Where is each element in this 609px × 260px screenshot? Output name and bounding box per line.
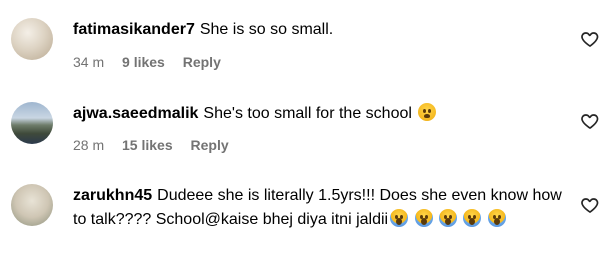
username[interactable]: fatimasikander7 (73, 21, 195, 38)
comment-body: She's too small for the school (203, 105, 412, 122)
avatar[interactable] (11, 18, 53, 60)
comment-text: zarukhn45 Dudeee she is literally 1.5yrs!… (73, 184, 568, 232)
timestamp: 28 m (73, 137, 105, 153)
username[interactable]: zarukhn45 (73, 187, 152, 204)
username[interactable]: ajwa.saeedmalik (73, 105, 198, 122)
heart-outline-icon[interactable] (580, 111, 600, 131)
reply-button[interactable]: Reply (191, 137, 229, 153)
face-screaming-in-fear-icon (463, 209, 482, 227)
reply-button[interactable]: Reply (183, 54, 221, 70)
likes-count[interactable]: 15 likes (122, 137, 173, 153)
comment-body: She is so so small. (199, 21, 334, 38)
face-screaming-in-fear-icon (487, 209, 506, 227)
avatar[interactable] (11, 184, 53, 226)
face-screaming-in-fear-icon (414, 209, 433, 227)
comment-text: fatimasikander7 She is so so small. (73, 18, 573, 42)
heart-outline-icon[interactable] (580, 29, 600, 49)
face-screaming-in-fear-icon (439, 209, 457, 227)
face-screaming-in-fear-icon (390, 209, 409, 227)
heart-outline-icon[interactable] (580, 195, 600, 215)
timestamp: 34 m (73, 54, 105, 70)
comment-text: ajwa.saeedmalik She's too small for the s… (73, 102, 573, 126)
avatar[interactable] (11, 102, 53, 144)
anxious-face-icon (418, 103, 437, 121)
likes-count[interactable]: 9 likes (122, 54, 165, 70)
comment-meta: 28 m 15 likes Reply (73, 137, 243, 153)
comment-meta: 34 m 9 likes Reply (73, 54, 235, 70)
